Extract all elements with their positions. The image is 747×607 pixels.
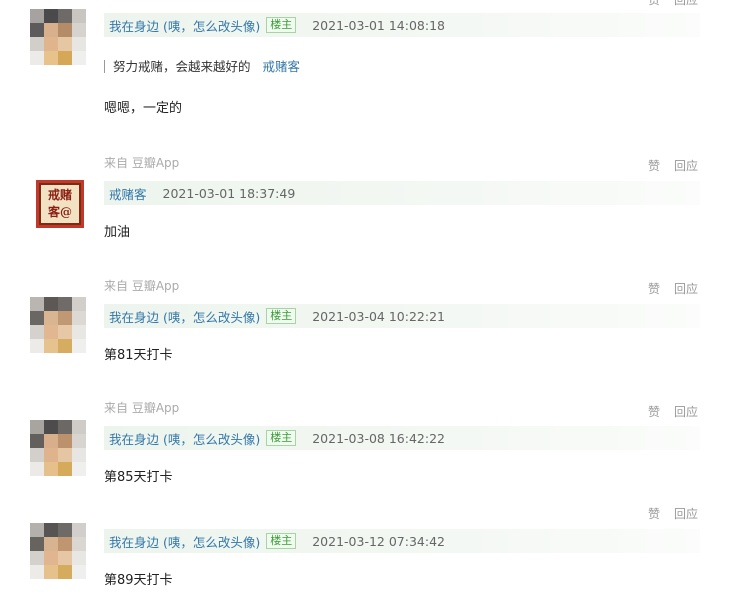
comment-meta: 我在身边 (咦，怎么改头像) 楼主 2021-03-01 14:08:18 — [104, 13, 700, 37]
quote-author-link[interactable]: 戒赌客 — [263, 59, 301, 74]
comment-content: 加油 — [104, 225, 131, 240]
op-badge: 楼主 — [266, 308, 297, 324]
comment-actions: 赞回应 — [648, 280, 712, 297]
comment-time: 2021-03-01 18:37:49 — [162, 185, 296, 201]
like-button[interactable]: 赞 — [648, 0, 660, 7]
comment-source: 来自 豆瓣App — [104, 401, 180, 415]
reply-button[interactable]: 回应 — [674, 159, 698, 173]
avatar[interactable]: 戒赌 客@ — [36, 180, 84, 228]
author-link[interactable]: 我在身边 (咦，怎么改头像) — [109, 307, 260, 326]
reply-button[interactable]: 回应 — [674, 282, 698, 296]
like-button[interactable]: 赞 — [648, 507, 660, 521]
quote-text: 努力戒赌，会越来越好的 — [113, 59, 251, 74]
author-link[interactable]: 我在身边 (咦，怎么改头像) — [109, 532, 260, 551]
comment-actions: 赞回应 — [648, 505, 712, 522]
reply-button[interactable]: 回应 — [674, 507, 698, 521]
comment-meta: 我在身边 (咦，怎么改头像) 楼主 2021-03-08 16:42:22 — [104, 426, 700, 450]
author-link[interactable]: 戒赌客 — [109, 184, 147, 203]
comment-actions: 赞回应 — [648, 157, 712, 174]
comment-time: 2021-03-01 14:08:18 — [312, 17, 445, 33]
like-button[interactable]: 赞 — [648, 405, 660, 419]
quoted-reply: 努力戒赌，会越来越好的 戒赌客 — [104, 60, 300, 73]
comment-time: 2021-03-08 16:42:22 — [312, 430, 445, 446]
like-button[interactable]: 赞 — [648, 282, 660, 296]
comment-actions: 赞回应 — [648, 403, 712, 420]
reply-button[interactable]: 回应 — [674, 405, 698, 419]
reply-button[interactable]: 回应 — [674, 0, 698, 7]
op-badge: 楼主 — [266, 430, 297, 446]
avatar-text-line: 戒赌 — [47, 188, 72, 202]
comment-time: 2021-03-12 07:34:42 — [312, 533, 445, 549]
op-badge: 楼主 — [266, 17, 297, 33]
comment-content: 嗯嗯，一定的 — [104, 101, 183, 116]
avatar[interactable] — [30, 297, 86, 353]
author-link[interactable]: 我在身边 (咦，怎么改头像) — [109, 429, 260, 448]
comment-source: 来自 豆瓣App — [104, 156, 180, 170]
comment-meta: 我在身边 (咦，怎么改头像) 楼主 2021-03-12 07:34:42 — [104, 529, 700, 553]
comment-content: 第81天打卡 — [104, 348, 173, 363]
avatar-text-line: 客@ — [47, 205, 72, 219]
comment-time: 2021-03-04 10:22:21 — [312, 308, 445, 324]
comment-content: 第89天打卡 — [104, 573, 173, 588]
avatar[interactable] — [30, 9, 86, 65]
op-badge: 楼主 — [266, 533, 297, 549]
like-button[interactable]: 赞 — [648, 159, 660, 173]
author-link[interactable]: 我在身边 (咦，怎么改头像) — [109, 16, 260, 35]
comment-0-prev-actions: 赞 回应 — [648, 0, 712, 8]
avatar[interactable] — [30, 523, 86, 579]
avatar[interactable] — [30, 420, 86, 476]
comment-content: 第85天打卡 — [104, 470, 173, 485]
comment-meta: 戒赌客 2021-03-01 18:37:49 — [104, 181, 700, 205]
comment-meta: 我在身边 (咦，怎么改头像) 楼主 2021-03-04 10:22:21 — [104, 304, 700, 328]
comment-source: 来自 豆瓣App — [104, 279, 180, 293]
